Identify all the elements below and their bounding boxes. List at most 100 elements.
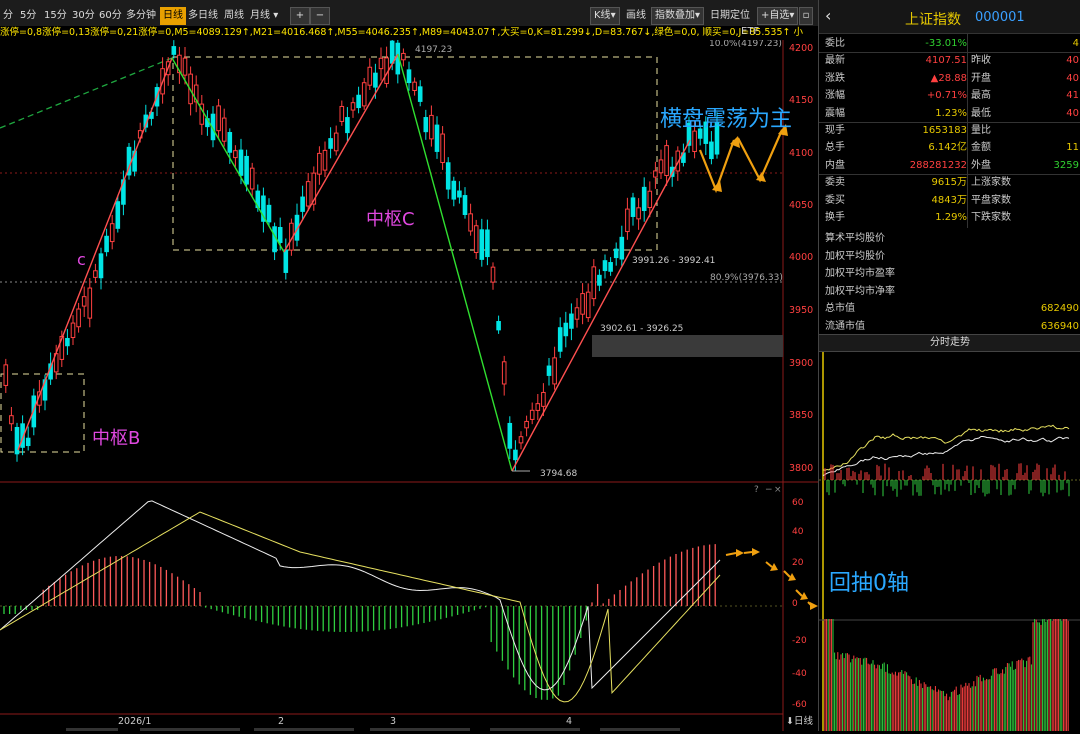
stroke-down-2 (397, 53, 513, 472)
quote-label: 震幅 (825, 107, 845, 119)
quote-label: 总手 (825, 142, 845, 154)
date-locate-button[interactable]: 日期定位 (707, 7, 753, 25)
candle-body (597, 274, 602, 286)
candle-body (507, 422, 513, 449)
quote-label-2: 最高 (971, 90, 991, 102)
add-watchlist-dropdown[interactable]: +自选▾ (757, 7, 799, 25)
quote-row: 震幅 1.23% 最低 40 (819, 105, 1080, 122)
pct-top-label: 10.0%(4197.23) (709, 40, 782, 49)
quote-value-2: 3259 (1053, 159, 1079, 171)
candle-body (389, 40, 395, 64)
close-icon[interactable]: ▫ (799, 7, 813, 25)
price-tick-label: 3800 (789, 463, 813, 474)
range-label-2: 3902.61 - 3926.25 (600, 324, 683, 334)
candle-body (333, 132, 339, 152)
candle-body (339, 105, 345, 122)
kline-chart-svg[interactable]: ? − × 4200415041004050400039503900385038… (0, 32, 818, 731)
price-axis: 4200 4150 4100 4050 4000 3950 3900 3850 3800 (789, 43, 813, 474)
period-daily[interactable]: 日线 (160, 7, 186, 25)
candle-body (401, 52, 406, 61)
candle-body (238, 149, 244, 176)
range-label-1: 3991.26 - 3992.41 (632, 256, 715, 266)
zhongshu-c-label: 中枢C (366, 209, 415, 230)
daily-switch-button: ⬇日线 (786, 715, 813, 727)
candle-body (535, 403, 541, 411)
candle-body (345, 117, 350, 134)
pct-mid-label: 80.9%(3976.33) (710, 273, 783, 283)
candle-body (115, 201, 121, 229)
period-multi-day[interactable]: 多日线 (185, 7, 221, 25)
etf-label[interactable]: ETF (741, 26, 759, 37)
kline-dropdown[interactable]: K线▾ (590, 7, 620, 25)
intraday-title[interactable]: 分时走势 (819, 334, 1080, 352)
quote-label-2: 上涨家数 (971, 177, 1011, 189)
candle-body (76, 308, 81, 328)
candle-body (636, 207, 641, 220)
stroke-down-1 (171, 57, 285, 253)
candle-body (451, 180, 457, 200)
candle-body (70, 322, 76, 339)
quote-label-2: 最低 (971, 107, 991, 119)
candle-body (513, 449, 518, 461)
quote-label: 委卖 (825, 177, 845, 189)
quote-value-2: 4 (1072, 38, 1079, 49)
candle-body (434, 124, 440, 152)
price-tick-label: 3950 (789, 305, 813, 316)
candle-body (3, 364, 9, 386)
quote-label-2: 昨收 (971, 55, 991, 67)
quote-row: 现手 1653183 量比 (819, 122, 1080, 139)
candle-body (580, 293, 585, 315)
candle-body (574, 307, 580, 320)
candle-body (479, 229, 485, 260)
stat-row: 加权平均市盈率 (819, 265, 1080, 282)
period-30min[interactable]: 30分 (69, 7, 98, 25)
period-weekly[interactable]: 周线 (221, 7, 247, 25)
candle-body (171, 46, 177, 55)
candle-body (440, 133, 445, 164)
candle-body (524, 420, 529, 429)
macd-tick-label: -40 (792, 669, 807, 679)
stat-row: 算术平均股价 (819, 230, 1080, 247)
quote-label-2: 开盘 (971, 72, 991, 84)
index-overlay-dropdown[interactable]: 指数叠加▾ (651, 7, 705, 25)
stat-label: 加权平均市盈率 (825, 268, 895, 280)
candle-body (233, 150, 238, 159)
candle-body (356, 94, 361, 109)
period-15min[interactable]: 15分 (41, 7, 70, 25)
price-tick-label: 4100 (789, 148, 813, 159)
macd-tick-label: -60 (792, 700, 807, 710)
draw-line-button[interactable]: 画线 (623, 7, 649, 25)
quote-label: 涨跌 (825, 72, 845, 84)
candle-body (412, 81, 417, 91)
date-label-feb: 2 (278, 716, 284, 727)
candle-body (541, 391, 546, 407)
period-monthly-dropdown[interactable]: 月线 ▾ (247, 7, 281, 25)
quote-row: 换手 1.29% 下跌家数 (819, 209, 1080, 226)
candle-body (501, 361, 507, 385)
candlesticks (3, 32, 720, 471)
candle-body (468, 213, 473, 232)
zoom-out-button[interactable]: − (310, 7, 330, 25)
period-multi-min[interactable]: 多分钟 (123, 7, 159, 25)
quote-label: 内盘 (825, 159, 845, 171)
candle-body (417, 86, 423, 102)
intraday-chart[interactable] (819, 352, 1080, 731)
quote-value: 1.29% (935, 212, 967, 223)
candle-body (709, 141, 714, 160)
back-arrow-icon[interactable]: ‹ (825, 6, 831, 25)
candle-body (429, 114, 434, 140)
candle-body (569, 313, 574, 329)
candle-body (406, 69, 412, 84)
candle-body (87, 287, 93, 319)
candle-body (625, 208, 630, 233)
candle-body (490, 266, 496, 283)
period-60min[interactable]: 60分 (96, 7, 125, 25)
quote-value: 288281232 (909, 159, 967, 171)
period-5min[interactable]: 5分 (17, 7, 39, 25)
period-1min[interactable]: 分 (0, 7, 16, 25)
zoom-in-button[interactable]: + (290, 7, 310, 25)
close-icon: × (774, 485, 782, 495)
candle-body (378, 57, 384, 70)
price-tick-label: 4000 (789, 252, 813, 263)
quote-value-2: 41 (1066, 90, 1079, 102)
